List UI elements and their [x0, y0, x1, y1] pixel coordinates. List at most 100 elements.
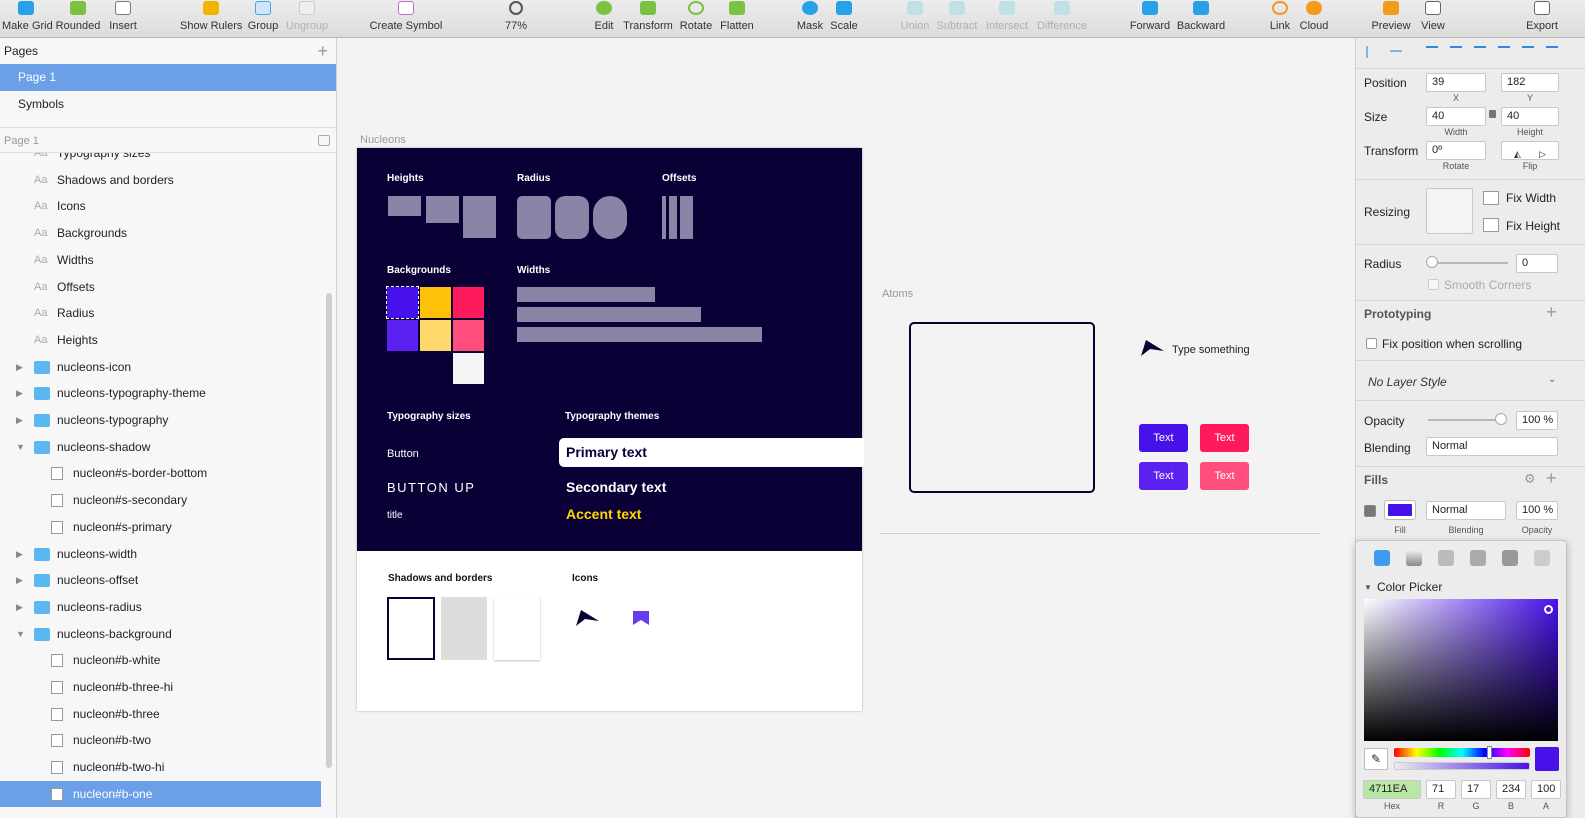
- flip-control[interactable]: ◭ ▷: [1501, 141, 1559, 160]
- forward-button[interactable]: Forward: [1129, 0, 1171, 38]
- subtract-button[interactable]: Subtract: [935, 0, 979, 38]
- gear-icon[interactable]: ⚙: [1524, 471, 1536, 487]
- layer-text-row[interactable]: Aa Widths: [0, 247, 321, 274]
- fill-blending-select[interactable]: Normal: [1426, 501, 1506, 520]
- artboard-label-nucleons[interactable]: Nucleons: [360, 134, 406, 146]
- opacity-slider[interactable]: [1428, 419, 1500, 421]
- width-sample[interactable]: [517, 287, 655, 302]
- hex-field[interactable]: 4711EA: [1363, 780, 1421, 799]
- layer-symbol-row[interactable]: nucleon#b-two-hi: [0, 754, 321, 781]
- atom-card[interactable]: [909, 322, 1095, 493]
- layer-symbol-row[interactable]: nucleon#s-secondary: [0, 487, 321, 514]
- bookmark-icon[interactable]: [632, 610, 650, 626]
- solid-fill-icon[interactable]: [1374, 550, 1390, 566]
- mask-button[interactable]: Mask: [796, 0, 824, 38]
- radius-sample[interactable]: [555, 196, 589, 239]
- disclosure-open-icon[interactable]: ▼: [16, 621, 25, 647]
- radius-slider[interactable]: [1428, 262, 1508, 264]
- align-left-icon[interactable]: [1426, 46, 1438, 58]
- radius-field[interactable]: 0: [1516, 254, 1558, 273]
- page-item-symbols[interactable]: Symbols: [0, 91, 336, 118]
- artboard-nucleons[interactable]: Heights Radius Offsets Backgrounds Width…: [357, 148, 864, 711]
- bg-swatch-two[interactable]: [420, 287, 451, 318]
- green-field[interactable]: 17: [1461, 780, 1491, 799]
- ungroup-button[interactable]: Ungroup: [284, 0, 330, 38]
- layer-folder-row[interactable]: ▼ nucleons-shadow: [0, 434, 321, 461]
- width-sample[interactable]: [517, 307, 701, 322]
- artboard-label-atoms[interactable]: Atoms: [882, 288, 913, 300]
- bg-swatch-three-hi[interactable]: [453, 320, 484, 351]
- offset-sample[interactable]: [662, 196, 666, 239]
- layer-list-scrollbar[interactable]: [326, 293, 332, 768]
- shadow-sample-secondary[interactable]: [441, 597, 487, 660]
- layer-symbol-row[interactable]: nucleon#b-three-hi: [0, 674, 321, 701]
- alpha-slider[interactable]: [1394, 762, 1530, 770]
- create-symbol-button[interactable]: Create Symbol: [368, 0, 444, 38]
- layer-text-row[interactable]: Aa Shadows and borders: [0, 167, 321, 194]
- alpha-field[interactable]: 100: [1531, 780, 1561, 799]
- width-sample[interactable]: [517, 327, 762, 342]
- position-y-field[interactable]: 182: [1501, 73, 1559, 92]
- scale-button[interactable]: Scale: [828, 0, 860, 38]
- show-rulers-button[interactable]: Show Rulers: [180, 0, 242, 38]
- send-icon[interactable]: [1139, 338, 1165, 358]
- backward-button[interactable]: Backward: [1176, 0, 1226, 38]
- rotate-field[interactable]: 0º: [1426, 141, 1486, 160]
- align-middle-icon[interactable]: [1522, 46, 1534, 58]
- typo-button[interactable]: Button: [387, 448, 419, 460]
- width-field[interactable]: 40: [1426, 107, 1486, 126]
- align-right-icon[interactable]: [1474, 46, 1486, 58]
- fill-color-well[interactable]: [1384, 500, 1416, 520]
- atom-button-accent-hover[interactable]: Text: [1200, 462, 1249, 490]
- layer-folder-row[interactable]: ▶ nucleons-icon: [0, 354, 321, 381]
- layer-symbol-row[interactable]: nucleon#b-two: [0, 727, 321, 754]
- disclosure-closed-icon[interactable]: ▶: [16, 541, 23, 567]
- layer-symbol-row[interactable]: nucleon#b-three: [0, 701, 321, 728]
- layer-text-row[interactable]: Aa Typography sizes: [0, 153, 321, 167]
- edit-button[interactable]: Edit: [591, 0, 617, 38]
- canvas[interactable]: Nucleons Heights Radius Offsets Backgrou…: [337, 38, 1355, 818]
- pattern-fill-icon[interactable]: [1502, 550, 1518, 566]
- type-something-text[interactable]: Type something: [1172, 344, 1250, 356]
- blending-select[interactable]: Normal: [1426, 437, 1558, 456]
- resizing-control[interactable]: [1426, 188, 1473, 234]
- fix-width-label[interactable]: Fix Width: [1506, 191, 1556, 205]
- atom-button-primary[interactable]: Text: [1139, 424, 1188, 452]
- intersect-button[interactable]: Intersect: [984, 0, 1030, 38]
- bg-swatch-two-hi[interactable]: [420, 320, 451, 351]
- bg-swatch-one-selected[interactable]: [386, 286, 419, 319]
- layer-style-dropdown[interactable]: No Layer Style: [1368, 375, 1447, 389]
- layer-text-row[interactable]: Aa Icons: [0, 193, 321, 220]
- secondary-text[interactable]: Secondary text: [566, 479, 666, 495]
- layer-symbol-row[interactable]: nucleon#b-white: [0, 647, 321, 674]
- bg-swatch-three[interactable]: [453, 287, 484, 318]
- radius-sample[interactable]: [517, 196, 551, 239]
- radius-sample[interactable]: [593, 196, 627, 239]
- disclosure-open-icon[interactable]: ▼: [16, 434, 25, 460]
- shadow-sample-primary[interactable]: [494, 597, 540, 660]
- rotate-button[interactable]: Rotate: [679, 0, 713, 38]
- angular-gradient-icon[interactable]: [1470, 550, 1486, 566]
- hue-slider-knob[interactable]: [1487, 746, 1492, 759]
- height-sample[interactable]: [388, 196, 421, 216]
- layer-folder-row[interactable]: ▶ nucleons-typography: [0, 407, 321, 434]
- union-button[interactable]: Union: [899, 0, 931, 38]
- typo-button-up[interactable]: BUTTON UP: [387, 480, 475, 495]
- layer-text-row[interactable]: Aa Heights: [0, 327, 321, 354]
- add-page-icon[interactable]: +: [317, 38, 328, 64]
- disclosure-closed-icon[interactable]: ▶: [16, 567, 23, 593]
- cloud-button[interactable]: Cloud: [1297, 0, 1331, 38]
- opacity-field[interactable]: 100 %: [1516, 411, 1558, 430]
- layer-symbol-row[interactable]: nucleon#b-one: [0, 780, 321, 808]
- noise-fill-icon[interactable]: [1534, 550, 1550, 566]
- layer-folder-row[interactable]: ▶ nucleons-radius: [0, 594, 321, 621]
- fix-scroll-checkbox[interactable]: [1366, 338, 1377, 349]
- export-button[interactable]: Export: [1524, 0, 1560, 38]
- red-field[interactable]: 71: [1426, 780, 1456, 799]
- align-bottom-icon[interactable]: [1546, 46, 1558, 58]
- group-button[interactable]: Group: [246, 0, 280, 38]
- insert-button[interactable]: Insert: [104, 0, 142, 38]
- disclosure-closed-icon[interactable]: ▶: [16, 354, 23, 380]
- saturation-brightness-field[interactable]: [1364, 599, 1558, 741]
- collapse-icon[interactable]: [318, 135, 330, 146]
